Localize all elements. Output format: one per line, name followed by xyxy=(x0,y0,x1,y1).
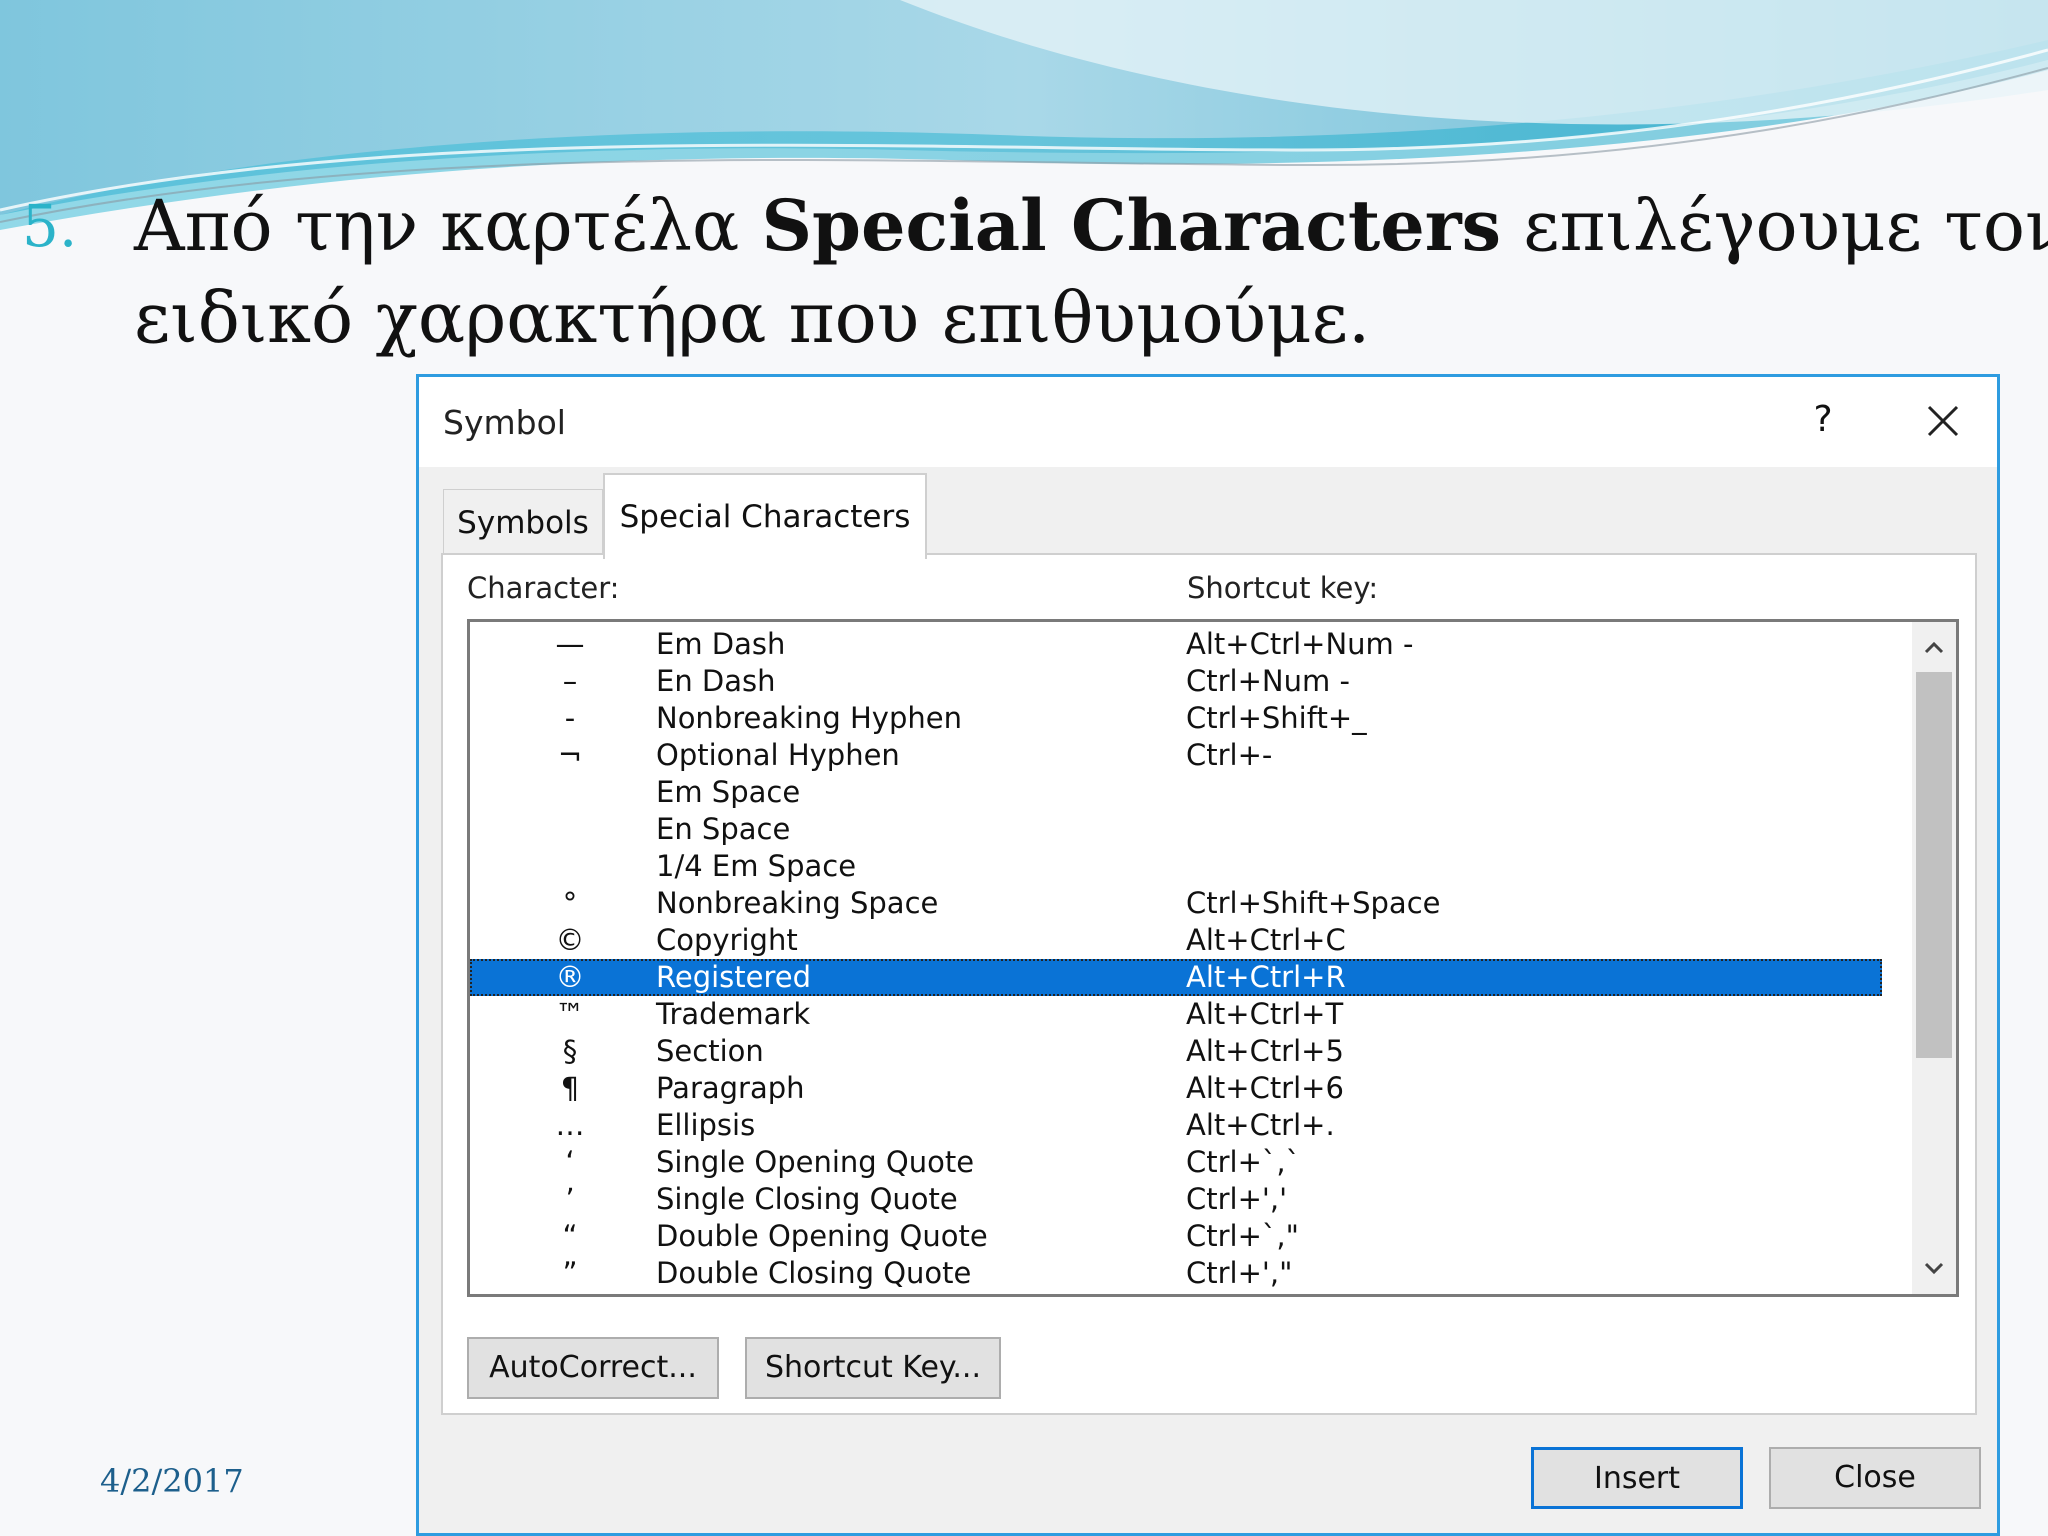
character-name: En Dash xyxy=(656,664,776,698)
character-name: Trademark xyxy=(656,997,811,1031)
character-name: Double Opening Quote xyxy=(656,1219,988,1253)
tab-special-characters[interactable]: Special Characters xyxy=(603,473,927,559)
character-name: Ellipsis xyxy=(656,1108,756,1142)
character-symbol: ™ xyxy=(555,997,585,1031)
instruction-line-1: Από την καρτέλα Special Characters επιλέ… xyxy=(134,184,2048,267)
scroll-down-button[interactable] xyxy=(1912,1246,1956,1294)
list-item[interactable]: ¬ Optional Hyphen Ctrl+- xyxy=(470,737,1882,774)
character-shortcut: Alt+Ctrl+Num - xyxy=(1186,627,1414,661)
character-shortcut: Ctrl+'," xyxy=(1186,1256,1293,1290)
character-symbol: ¬ xyxy=(557,738,583,772)
special-characters-panel: Character: Shortcut key: — Em Dash Alt+Ctr… xyxy=(441,553,1977,1415)
symbol-dialog: Symbol ? Symbols Special Characters Char… xyxy=(416,374,2000,1536)
scroll-up-button[interactable] xyxy=(1912,622,1956,670)
character-name: 1/4 Em Space xyxy=(656,849,857,883)
character-shortcut: Ctrl+- xyxy=(1186,738,1273,772)
character-symbol: — xyxy=(555,627,585,661)
character-symbol: ‘ xyxy=(565,1145,575,1179)
help-button[interactable]: ? xyxy=(1793,395,1853,445)
character-symbol: ” xyxy=(562,1256,578,1290)
autocorrect-button[interactable]: AutoCorrect... xyxy=(467,1337,719,1399)
shortcut-key-button[interactable]: Shortcut Key... xyxy=(745,1337,1001,1399)
character-shortcut: Ctrl+Shift+Space xyxy=(1186,886,1441,920)
character-symbol: ° xyxy=(562,886,578,920)
list-item[interactable]: … Ellipsis Alt+Ctrl+. xyxy=(470,1107,1882,1144)
character-name: Single Closing Quote xyxy=(656,1182,958,1216)
character-symbol: “ xyxy=(562,1219,578,1253)
list-item[interactable]: En Space xyxy=(470,811,1882,848)
list-item[interactable]: - Nonbreaking Hyphen Ctrl+Shift+_ xyxy=(470,700,1882,737)
character-shortcut: Ctrl+`,` xyxy=(1186,1145,1301,1179)
character-shortcut: Ctrl+Shift+_ xyxy=(1186,701,1367,735)
character-column-header: Character: xyxy=(467,571,620,605)
character-shortcut: Ctrl+`," xyxy=(1186,1219,1299,1253)
character-symbol: - xyxy=(564,701,576,735)
close-button[interactable]: Close xyxy=(1769,1447,1981,1509)
list-item[interactable]: Em Space xyxy=(470,774,1882,811)
character-rows: — Em Dash Alt+Ctrl+Num - – En Dash Ctrl+Num -… xyxy=(470,626,1882,1292)
character-name: Registered xyxy=(656,960,812,994)
list-item[interactable]: – En Dash Ctrl+Num - xyxy=(470,663,1882,700)
character-name: Em Space xyxy=(656,775,801,809)
character-symbol: … xyxy=(555,1108,585,1142)
list-item[interactable]: ” Double Closing Quote Ctrl+'," xyxy=(470,1255,1882,1292)
character-name: Paragraph xyxy=(656,1071,805,1105)
character-shortcut: Ctrl+',' xyxy=(1186,1182,1288,1216)
character-name: Em Dash xyxy=(656,627,786,661)
chevron-up-icon xyxy=(1924,641,1944,654)
character-shortcut: Ctrl+Num - xyxy=(1186,664,1350,698)
list-item[interactable]: ’ Single Closing Quote Ctrl+',' xyxy=(470,1181,1882,1218)
list-item[interactable]: ‘ Single Opening Quote Ctrl+`,` xyxy=(470,1144,1882,1181)
list-scrollbar[interactable] xyxy=(1912,622,1956,1294)
list-item[interactable]: § Section Alt+Ctrl+5 xyxy=(470,1033,1882,1070)
instruction-line-2: ειδικό χαρακτήρα που επιθυμούμε. xyxy=(134,277,1371,359)
close-window-button[interactable] xyxy=(1915,393,1971,449)
step-number: 5. xyxy=(22,192,78,260)
dialog-titlebar[interactable]: Symbol ? xyxy=(419,377,1997,467)
scroll-thumb[interactable] xyxy=(1916,672,1952,1058)
list-item[interactable]: ° Nonbreaking Space Ctrl+Shift+Space xyxy=(470,885,1882,922)
character-name: Nonbreaking Space xyxy=(656,886,939,920)
character-shortcut: Alt+Ctrl+T xyxy=(1186,997,1344,1031)
character-name: Nonbreaking Hyphen xyxy=(656,701,962,735)
list-item[interactable]: ¶ Paragraph Alt+Ctrl+6 xyxy=(470,1070,1882,1107)
list-item[interactable]: — Em Dash Alt+Ctrl+Num - xyxy=(470,626,1882,663)
character-shortcut: Alt+Ctrl+6 xyxy=(1186,1071,1344,1105)
list-item[interactable]: 1/4 Em Space xyxy=(470,848,1882,885)
list-item[interactable]: ® Registered Alt+Ctrl+R xyxy=(470,959,1882,996)
insert-button[interactable]: Insert xyxy=(1531,1447,1743,1509)
character-shortcut: Alt+Ctrl+R xyxy=(1186,960,1346,994)
list-item[interactable]: “ Double Opening Quote Ctrl+`," xyxy=(470,1218,1882,1255)
character-shortcut: Alt+Ctrl+5 xyxy=(1186,1034,1344,1068)
character-name: Double Closing Quote xyxy=(656,1256,972,1290)
character-shortcut: Alt+Ctrl+. xyxy=(1186,1108,1335,1142)
close-icon xyxy=(1927,405,1959,437)
character-symbol: ¶ xyxy=(560,1071,580,1105)
instruction-tab-name: Special Characters xyxy=(761,184,1502,267)
list-item[interactable]: ™ Trademark Alt+Ctrl+T xyxy=(470,996,1882,1033)
shortcut-column-header: Shortcut key: xyxy=(1187,571,1379,605)
character-symbol: – xyxy=(562,664,578,698)
dialog-title: Symbol xyxy=(443,403,566,442)
character-name: Copyright xyxy=(656,923,798,957)
character-symbol: © xyxy=(555,923,585,957)
chevron-down-icon xyxy=(1924,1262,1944,1275)
character-symbol: ® xyxy=(555,960,585,994)
character-name: Section xyxy=(656,1034,764,1068)
tab-symbols[interactable]: Symbols xyxy=(443,489,603,555)
special-characters-list[interactable]: — Em Dash Alt+Ctrl+Num - – En Dash Ctrl+Num -… xyxy=(467,619,1959,1297)
character-name: Single Opening Quote xyxy=(656,1145,975,1179)
character-symbol: ’ xyxy=(565,1182,575,1216)
character-symbol: § xyxy=(562,1034,578,1068)
list-item[interactable]: © Copyright Alt+Ctrl+C xyxy=(470,922,1882,959)
slide-date: 4/2/2017 xyxy=(100,1462,244,1500)
character-name: Optional Hyphen xyxy=(656,738,900,772)
character-shortcut: Alt+Ctrl+C xyxy=(1186,923,1346,957)
character-name: En Space xyxy=(656,812,791,846)
